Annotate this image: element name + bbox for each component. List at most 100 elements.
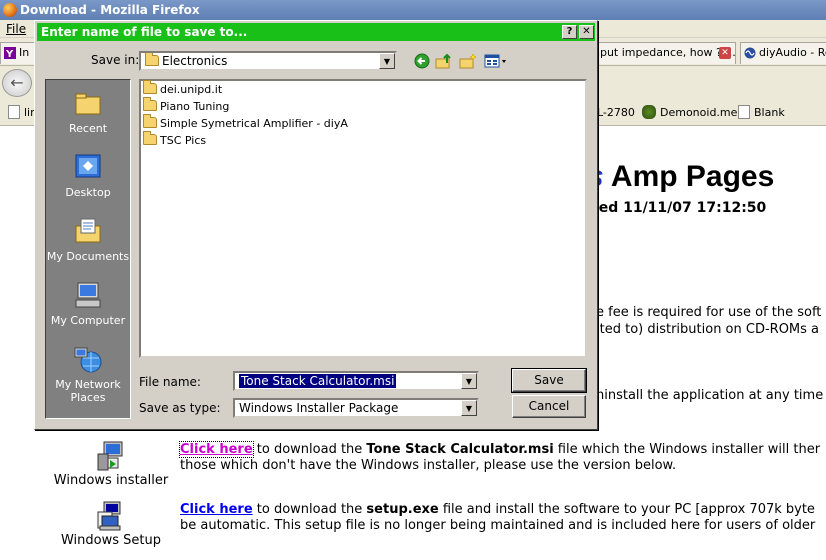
new-folder-button[interactable] [459,53,477,71]
close-button[interactable]: ✕ [579,25,594,39]
bookmark-label: Demonoid.me [660,106,738,119]
page-text-snippet: ited to) distribution on CD-ROMs a [596,322,820,337]
list-item[interactable]: Piano Tuning [143,97,230,114]
windows-setup-label: Windows Setup [60,533,161,548]
save-in-dropdown[interactable]: Electronics ▼ [139,51,397,71]
place-label: Desktop [65,186,111,199]
page-icon [738,105,750,119]
back-button[interactable]: ← [2,69,32,97]
text: to download the [252,442,367,457]
my-documents-icon [75,218,101,243]
place-desktop[interactable]: Desktop [46,152,130,199]
back-arrow-icon [414,53,430,69]
file-name: TSC Pics [160,134,207,147]
list-item[interactable]: TSC Pics [143,131,207,148]
up-folder-button[interactable] [435,53,453,71]
back-folder-button[interactable] [413,53,431,71]
folder-icon [145,53,159,66]
menu-file[interactable]: File [6,22,26,36]
windows-installer-label: Windows installer [53,473,169,488]
list-item[interactable]: dei.unipd.it [143,80,223,97]
text: to download the [252,502,367,517]
place-label: My Network Places [55,378,121,404]
filename-setup: setup.exe [366,502,439,517]
save-button[interactable]: Save [511,368,587,393]
place-label: My Documents [46,250,130,263]
tab-label: In [19,46,30,59]
browser-title-bar: Download - Mozilla Firefox [0,0,826,20]
chevron-down-icon[interactable]: ▼ [461,373,477,389]
place-label: My Computer [50,314,126,327]
updated-timestamp: ted 11/11/07 17:12:50 [592,200,767,216]
new-folder-icon [459,53,477,69]
chevron-down-icon[interactable]: ▼ [379,53,395,69]
tab-diyaudio[interactable]: diyAudio - Re [740,42,826,64]
file-name-field[interactable]: Tone Stack Calculator.msi ▼ [233,371,479,391]
file-name: Piano Tuning [160,100,230,113]
filename-msi: Tone Stack Calculator.msi [366,442,554,457]
yahoo-icon: Y [4,47,16,59]
folder-icon [143,114,157,128]
place-recent[interactable]: Recent [46,88,130,135]
place-my-computer[interactable]: My Computer [46,280,130,327]
svg-text:Y: Y [5,49,14,59]
folder-icon [143,131,157,145]
list-item[interactable]: Simple Symetrical Amplifier - diyA [143,114,348,131]
windows-setup-icon[interactable] [94,500,126,532]
page-text-snippet: ninstall the application at any time [596,388,824,403]
file-name-label: File name: [139,375,201,389]
text: file which the Windows installer will th… [553,442,821,457]
file-name-value: Tone Stack Calculator.msi [239,374,397,388]
cancel-button[interactable]: Cancel [512,395,586,418]
folder-icon [143,80,157,94]
page-text-snippet: e fee is required for use of the soft [596,305,822,320]
page-icon [8,105,20,119]
bookmark-blank[interactable]: Blank [738,105,785,121]
bookmark-label: Blank [754,106,785,119]
place-my-documents[interactable]: My Documents [46,216,130,263]
bookmark-lin[interactable]: lin [8,105,37,121]
back-arrow-icon: ← [10,73,24,92]
recent-folder-icon [75,93,101,115]
frog-icon [642,105,656,119]
text: those which don't have the Windows insta… [180,458,677,473]
save-as-type-dropdown[interactable]: Windows Installer Package ▼ [233,398,479,418]
my-computer-icon [75,282,101,308]
page-title: s Amp Pages [587,160,774,194]
save-in-label: Save in: [91,53,140,67]
download-setup-link[interactable]: Click here [180,502,253,517]
chevron-down-icon[interactable]: ▼ [461,400,477,416]
file-list[interactable]: dei.unipd.it Piano Tuning Simple Symetri… [139,79,587,358]
download-setup-row: Click here to download the setup.exe fil… [180,502,815,534]
file-name: dei.unipd.it [160,83,223,96]
desktop-icon [75,154,101,178]
download-msi-link[interactable]: Click here [179,441,254,458]
tab-label: diyAudio - Re [759,46,826,59]
download-msi-row: Click here to download the Tone Stack Ca… [179,441,821,474]
places-bar: Recent Desktop My Documents My Computer … [45,79,131,419]
help-button[interactable]: ? [562,25,577,39]
place-my-network-places[interactable]: My Network Places [46,344,130,404]
up-folder-icon [435,53,451,69]
tab-label: nput impedance, how ? ... [593,46,736,59]
close-tab-icon[interactable]: ✕ [719,47,731,59]
save-as-type-value: Windows Installer Package [239,401,399,415]
tab-input-impedance[interactable]: nput impedance, how ? ... ✕ [576,42,736,64]
bookmark-demonoid[interactable]: Demonoid.me [642,105,737,121]
diyaudio-icon [744,47,756,59]
save-as-type-label: Save as type: [139,401,221,415]
view-menu-button[interactable] [483,53,509,71]
place-label: Recent [68,122,108,135]
windows-installer-icon[interactable] [94,440,126,472]
text: file and install the software to your PC… [438,502,815,517]
network-places-icon [74,347,102,373]
dialog-title-bar: Enter name of file to save to... ? ✕ [37,23,595,41]
save-file-dialog: Enter name of file to save to... ? ✕ Sav… [34,20,598,430]
page-title-black: Amp Pages [603,160,775,193]
save-in-value: Electronics [162,54,228,68]
text: be automatic. This setup file is no long… [180,518,816,533]
file-name: Simple Symetrical Amplifier - diyA [160,117,348,130]
firefox-logo-icon [3,3,17,17]
view-menu-icon [484,54,506,68]
browser-title: Download - Mozilla Firefox [20,3,200,17]
